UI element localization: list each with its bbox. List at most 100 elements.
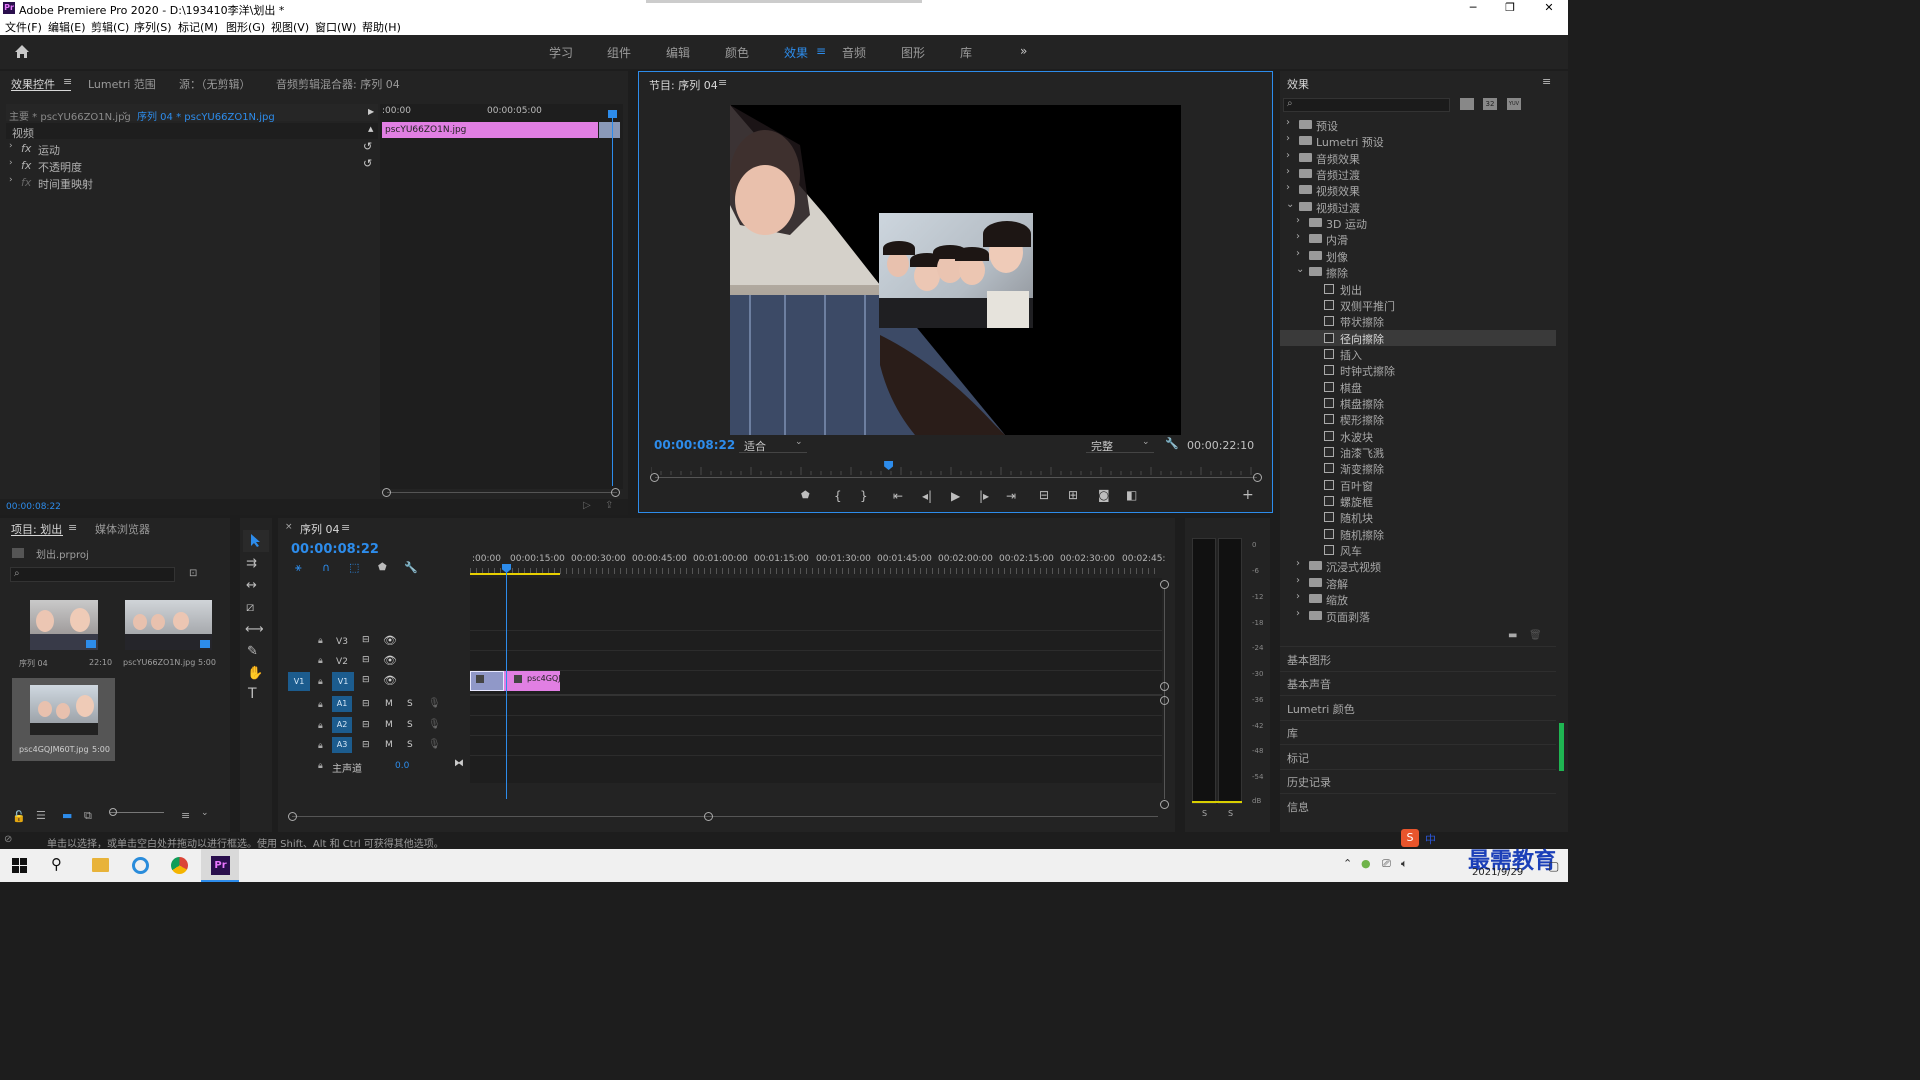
chevron-right-icon[interactable]: › xyxy=(1296,558,1300,569)
mark-in-icon[interactable]: { xyxy=(834,489,842,503)
menu-graphics[interactable]: 图形(G) xyxy=(226,19,265,35)
freeform-view-icon[interactable]: ⧉ xyxy=(84,809,92,823)
lock-icon[interactable]: 🔒︎ xyxy=(318,741,323,751)
lock-icon[interactable]: 🔒︎ xyxy=(318,700,323,710)
home-icon[interactable] xyxy=(14,44,30,59)
work-area-bar[interactable] xyxy=(470,573,560,575)
new-bin-search-icon[interactable]: ⊡ xyxy=(189,568,197,579)
button-editor-icon[interactable]: + xyxy=(1242,487,1254,503)
effect-item[interactable]: 楔形擦除 xyxy=(1280,411,1556,427)
track-a1[interactable]: A1 xyxy=(332,696,352,712)
effects-folder[interactable]: › 划像 xyxy=(1280,248,1556,264)
add-marker-icon[interactable]: ⬟ xyxy=(801,490,810,501)
play-only-icon[interactable]: ▶ xyxy=(368,107,374,116)
effects-folder[interactable]: ⌄ 视频过渡 xyxy=(1280,199,1556,215)
scroll-handle[interactable] xyxy=(1160,800,1169,809)
sync-lock-icon[interactable]: ⊟ xyxy=(362,720,370,730)
lock-icon[interactable]: 🔒︎ xyxy=(318,721,323,731)
sequence-tab[interactable]: 序列 04 xyxy=(300,521,340,537)
export-frame-icon[interactable]: ◙ xyxy=(1098,488,1110,502)
scroll-handle[interactable] xyxy=(1160,682,1169,691)
trash-icon[interactable]: 🗑︎ xyxy=(1529,630,1542,641)
workspace-menu-icon[interactable]: ≡ xyxy=(816,44,826,58)
filter-icon[interactable]: ▷ xyxy=(583,500,591,511)
pen-tool-icon[interactable]: ✎ xyxy=(247,644,258,659)
sync-lock-icon[interactable]: ⊟ xyxy=(362,655,370,665)
search-icon[interactable]: ⚲ xyxy=(51,855,62,873)
ripple-edit-tool-icon[interactable]: ↔ xyxy=(246,578,257,593)
zoom-handle-right[interactable] xyxy=(704,812,713,821)
track-v2[interactable]: V2 xyxy=(332,654,352,670)
track-a2[interactable]: A2 xyxy=(332,717,352,733)
sync-lock-icon[interactable]: ⊟ xyxy=(362,740,370,750)
track-area[interactable]: psc4GQJ xyxy=(470,564,1162,799)
master-volume[interactable]: 0.0 xyxy=(395,761,409,771)
workspace-audio[interactable]: 音频 xyxy=(842,44,866,61)
timeline-playhead[interactable] xyxy=(506,564,507,799)
panel-menu-icon[interactable]: ≡ xyxy=(1542,75,1551,88)
expand-chevron-icon[interactable]: › xyxy=(9,158,13,168)
master-clip-label[interactable]: 主要 * pscYU66ZO1N.jpg xyxy=(9,108,131,123)
selection-tool-icon[interactable] xyxy=(250,533,262,548)
workspace-overflow-icon[interactable]: » xyxy=(1020,44,1027,58)
add-marker-icon[interactable]: ⬟ xyxy=(378,562,387,573)
go-to-in-icon[interactable]: ⇤ xyxy=(893,489,903,503)
premiere-taskbar-icon[interactable]: Pr xyxy=(211,856,230,875)
tray-chevron-icon[interactable]: ⌃ xyxy=(1343,857,1352,870)
panel-menu-icon[interactable]: ≡ xyxy=(68,521,77,534)
workspace-graphics[interactable]: 图形 xyxy=(901,44,925,61)
fit-dropdown[interactable]: 适合 ⌄ xyxy=(739,437,807,453)
nest-icon[interactable]: ⚹ xyxy=(295,561,302,575)
effects-folder[interactable]: › 内滑 xyxy=(1280,231,1556,247)
effects-folder[interactable]: › 页面剥落 xyxy=(1280,608,1556,624)
track-v1[interactable]: V1 xyxy=(332,672,354,691)
project-item-selected[interactable]: psc4GQJM60T.jpg 5:00 xyxy=(12,678,115,761)
chevron-right-icon[interactable]: › xyxy=(1296,231,1300,242)
timeline-timecode[interactable]: 00:00:08:22 xyxy=(291,542,379,557)
video-frame[interactable] xyxy=(730,105,1181,435)
lock-icon[interactable]: 🔒︎ xyxy=(318,636,323,646)
effect-item[interactable]: 渐变擦除 xyxy=(1280,460,1556,476)
file-explorer-icon[interactable] xyxy=(92,858,109,872)
expand-chevron-icon[interactable]: › xyxy=(9,175,13,185)
program-timecode[interactable]: 00:00:08:22 xyxy=(654,438,735,452)
linked-selection-icon[interactable]: ⬚ xyxy=(349,561,359,574)
project-search-input[interactable]: ⌕ xyxy=(10,567,175,582)
effect-item[interactable]: 径向擦除 xyxy=(1280,329,1556,346)
zoom-handle-right[interactable] xyxy=(1253,473,1262,482)
sogou-ime-icon[interactable]: S xyxy=(1401,829,1419,847)
chevron-right-icon[interactable]: › xyxy=(1296,591,1300,602)
effects-folder[interactable]: › 视频效果 xyxy=(1280,182,1556,198)
hand-tool-icon[interactable]: ✋ xyxy=(247,666,263,681)
ime-mode[interactable]: 中 xyxy=(1425,831,1436,847)
effect-item[interactable]: 时钟式擦除 xyxy=(1280,362,1556,378)
effect-item[interactable]: 插入 xyxy=(1280,346,1556,362)
zoom-handle-left[interactable] xyxy=(650,473,659,482)
accelerated-effects-icon[interactable] xyxy=(1460,98,1474,110)
sync-lock-icon[interactable]: ⊟ xyxy=(362,675,370,685)
play-icon[interactable]: ▶ xyxy=(951,489,960,503)
comparison-view-icon[interactable]: ◧ xyxy=(1126,488,1137,502)
program-ruler[interactable] xyxy=(650,465,1259,475)
eye-icon[interactable]: 👁︎ xyxy=(383,654,397,667)
list-view-icon[interactable]: ☰ xyxy=(36,809,46,822)
effects-title[interactable]: 效果 xyxy=(1287,76,1309,92)
workspace-editing[interactable]: 编辑 xyxy=(666,44,690,61)
effect-item[interactable]: 划出 xyxy=(1280,281,1556,297)
type-tool-icon[interactable]: T xyxy=(248,686,257,702)
fx-icon[interactable]: fx xyxy=(21,176,31,189)
zoom-handle-left[interactable] xyxy=(382,488,391,497)
track-a3[interactable]: A3 xyxy=(332,737,352,753)
effect-item[interactable]: 双侧平推门 xyxy=(1280,297,1556,313)
menu-view[interactable]: 视图(V) xyxy=(271,19,309,35)
scroll-handle[interactable] xyxy=(1160,580,1169,589)
panel-menu-icon[interactable]: ≡ xyxy=(718,76,727,89)
panel-lumetri-color[interactable]: Lumetri 颜色 xyxy=(1287,701,1355,717)
effect-item[interactable]: 棋盘 xyxy=(1280,379,1556,395)
tab-lumetri-scopes[interactable]: Lumetri 范围 xyxy=(88,76,156,92)
chrome-icon[interactable] xyxy=(171,857,188,874)
menu-edit[interactable]: 编辑(E) xyxy=(48,19,86,35)
chevron-down-icon[interactable]: ⌄ xyxy=(121,107,129,117)
chevron-down-icon[interactable]: ⌄ xyxy=(1296,264,1304,275)
effect-item[interactable]: 棋盘擦除 xyxy=(1280,395,1556,411)
